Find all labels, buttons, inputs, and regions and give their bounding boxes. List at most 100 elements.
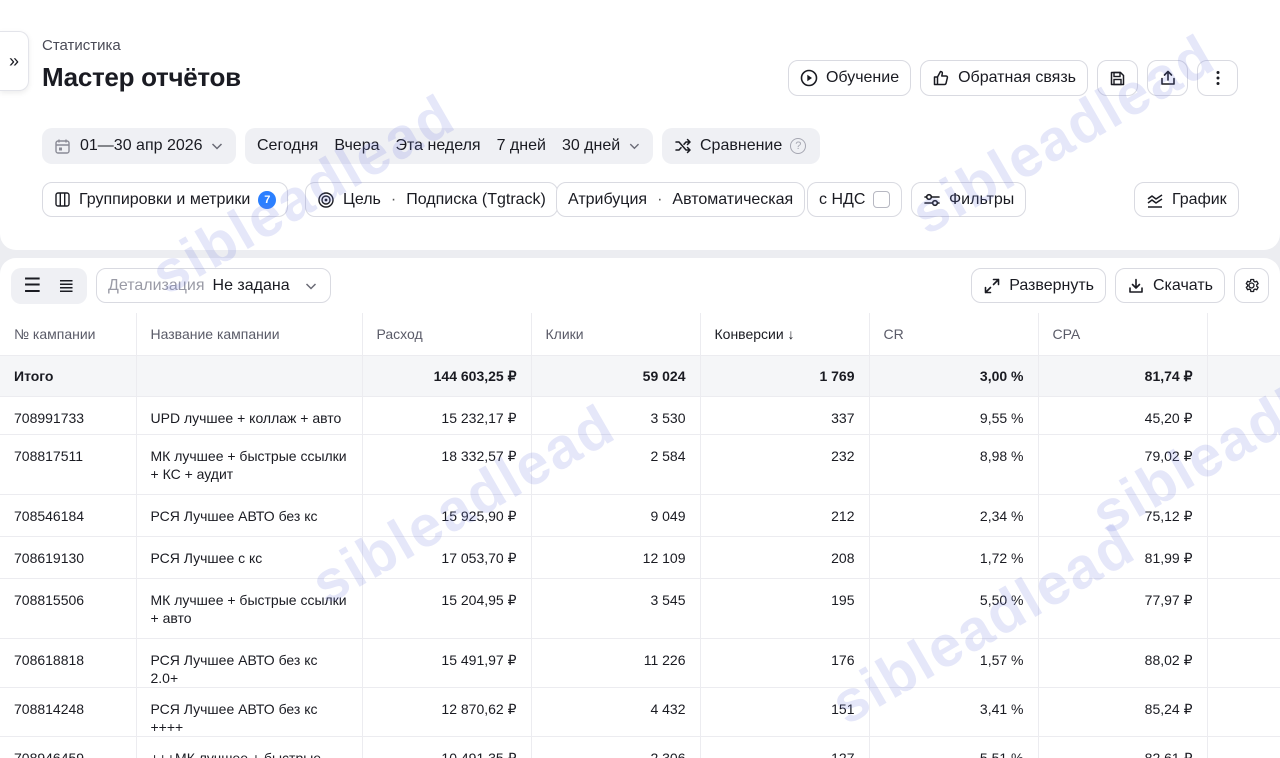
download-button[interactable]: Скачать	[1115, 268, 1225, 303]
feedback-button[interactable]: Обратная связь	[920, 60, 1088, 96]
cr: 2,34 %	[869, 494, 1039, 537]
spend: 15 204,95 ₽	[362, 578, 532, 639]
campaign-name: +++МК лучшее + быстрые	[136, 736, 363, 758]
table-toolbar: ☰ ≣ Детализация Не задана Развернуть Ска…	[0, 258, 1280, 314]
detail-label: Детализация	[108, 276, 205, 294]
total-spend: 144 603,25 ₽	[362, 355, 532, 397]
table-settings-button[interactable]	[1234, 268, 1269, 303]
spend: 18 332,57 ₽	[362, 434, 532, 495]
tutorial-button[interactable]: Обучение	[787, 60, 912, 96]
goal-label: Цель	[343, 190, 381, 208]
detail-value: Не задана	[212, 276, 290, 294]
goal-value: Подписка (Tgtrack)	[406, 190, 546, 208]
conversions: 195	[700, 578, 870, 639]
table-row[interactable]: 708815506 МК лучшее + быстрые ссылки + а…	[0, 578, 1280, 639]
spend: 10 491,35 ₽	[362, 736, 532, 758]
vat-toggle[interactable]: с НДС	[807, 182, 903, 217]
campaign-id: 708546184	[0, 494, 137, 537]
attribution-value: Автоматическая	[672, 190, 794, 208]
campaign-id: 708815506	[0, 578, 137, 639]
preset-this-week[interactable]: Эта неделя	[388, 137, 489, 155]
groupings-count-badge: 7	[258, 190, 277, 209]
clicks: 4 432	[531, 687, 701, 737]
more-options-button[interactable]	[1197, 60, 1238, 96]
filters-button[interactable]: Фильтры	[911, 182, 1027, 217]
compact-view-icon[interactable]: ☰	[23, 276, 41, 296]
save-report-button[interactable]	[1097, 60, 1138, 96]
total-conversions: 1 769	[700, 355, 870, 397]
groupings-metrics-button[interactable]: Группировки и метрики 7	[42, 182, 289, 217]
col-spacer	[1207, 313, 1280, 356]
row-density-toggle[interactable]: ☰ ≣	[11, 268, 87, 304]
col-conversions[interactable]: Конверсии ↓	[700, 313, 870, 356]
table-row[interactable]: 708546184 РСЯ Лучшее АВТО без кс 15 925,…	[0, 494, 1280, 537]
preset-30-days[interactable]: 30 дней	[554, 137, 628, 155]
date-range-picker[interactable]: 01—30 апр 2026	[42, 128, 236, 164]
col-clicks[interactable]: Клики	[531, 313, 701, 356]
columns-icon	[55, 192, 70, 207]
campaign-name: UPD лучшее + коллаж + авто	[136, 396, 363, 435]
help-icon[interactable]: ?	[790, 138, 807, 154]
detail-selector[interactable]: Детализация Не задана	[96, 268, 331, 303]
preset-today[interactable]: Сегодня	[249, 137, 326, 155]
total-clicks: 59 024	[531, 355, 701, 397]
goal-selector[interactable]: Цель · Подписка (Tgtrack)	[305, 182, 558, 217]
comparison-toggle[interactable]: Сравнение ?	[662, 128, 820, 164]
gear-icon	[1245, 278, 1259, 293]
table-row[interactable]: 708814248 РСЯ Лучшее АВТО без кс ++++ 12…	[0, 687, 1280, 737]
date-presets: Сегодня Вчера Эта неделя 7 дней 30 дней	[245, 128, 653, 164]
cr: 5,50 %	[869, 578, 1039, 639]
groupings-label: Группировки и метрики	[79, 190, 251, 208]
campaign-id: 708991733	[0, 396, 137, 435]
attribution-selector[interactable]: Атрибуция · Автоматическая	[556, 182, 806, 217]
conversions: 151	[700, 687, 870, 737]
chart-toggle-button[interactable]: График	[1134, 182, 1239, 217]
table-row[interactable]: 708817511 МК лучшее + быстрые ссылки + К…	[0, 434, 1280, 495]
col-campaign-id[interactable]: № кампании	[0, 313, 137, 356]
total-label: Итого	[0, 355, 137, 397]
col-cr[interactable]: CR	[869, 313, 1039, 356]
cpa: 77,97 ₽	[1038, 578, 1208, 639]
campaign-name: РСЯ Лучшее с кс	[136, 536, 363, 579]
report-table-panel: ☰ ≣ Детализация Не задана Развернуть Ска…	[0, 258, 1280, 758]
thumbs-up-icon	[933, 70, 949, 86]
col-cpa[interactable]: CPA	[1038, 313, 1208, 356]
campaign-name: МК лучшее + быстрые ссылки + КС + аудит	[136, 434, 363, 495]
campaign-id: 708814248	[0, 687, 137, 737]
feedback-label: Обратная связь	[958, 69, 1076, 86]
clicks: 2 584	[531, 434, 701, 495]
chart-lines-icon	[1147, 193, 1163, 208]
expand-table-button[interactable]: Развернуть	[971, 268, 1106, 303]
share-button[interactable]	[1147, 60, 1188, 96]
cr: 1,57 %	[869, 638, 1039, 688]
cpa: 82,61 ₽	[1038, 736, 1208, 758]
table-row[interactable]: 708619130 РСЯ Лучшее с кс 17 053,70 ₽ 12…	[0, 536, 1280, 579]
sliders-icon	[924, 193, 940, 206]
cpa: 81,99 ₽	[1038, 536, 1208, 579]
download-icon	[1129, 278, 1143, 293]
breadcrumb[interactable]: Статистика	[42, 37, 121, 54]
clicks: 3 545	[531, 578, 701, 639]
campaign-stats-table: № кампании Название кампании Расход Клик…	[0, 313, 1280, 758]
preset-yesterday[interactable]: Вчера	[326, 137, 387, 155]
clicks: 11 226	[531, 638, 701, 688]
table-row[interactable]: 708946459 +++МК лучшее + быстрые 10 491,…	[0, 736, 1280, 758]
chevron-down-icon[interactable]	[628, 139, 641, 153]
report-header-panel: » Статистика Мастер отчётов Обучение Обр…	[0, 0, 1280, 250]
expand-sidebar-button[interactable]: »	[0, 31, 29, 91]
campaign-name: РСЯ Лучшее АВТО без кс 2.0+	[136, 638, 363, 688]
table-row[interactable]: 708991733 UPD лучшее + коллаж + авто 15 …	[0, 396, 1280, 435]
cpa: 75,12 ₽	[1038, 494, 1208, 537]
report-settings-row: Группировки и метрики 7 Цель · Подписка (T…	[0, 182, 1280, 218]
play-circle-icon	[800, 69, 818, 87]
more-vertical-icon	[1216, 71, 1219, 85]
col-spend[interactable]: Расход	[362, 313, 532, 356]
table-row[interactable]: 708618818 РСЯ Лучшее АВТО без кс 2.0+ 15…	[0, 638, 1280, 688]
chevron-down-icon	[305, 282, 316, 290]
col-campaign-name[interactable]: Название кампании	[136, 313, 363, 356]
campaign-name: РСЯ Лучшее АВТО без кс	[136, 494, 363, 537]
comfortable-view-icon[interactable]: ≣	[58, 276, 75, 296]
double-chevron-right-icon: »	[8, 50, 19, 71]
preset-7-days[interactable]: 7 дней	[489, 137, 554, 155]
vat-checkbox[interactable]	[873, 191, 891, 208]
